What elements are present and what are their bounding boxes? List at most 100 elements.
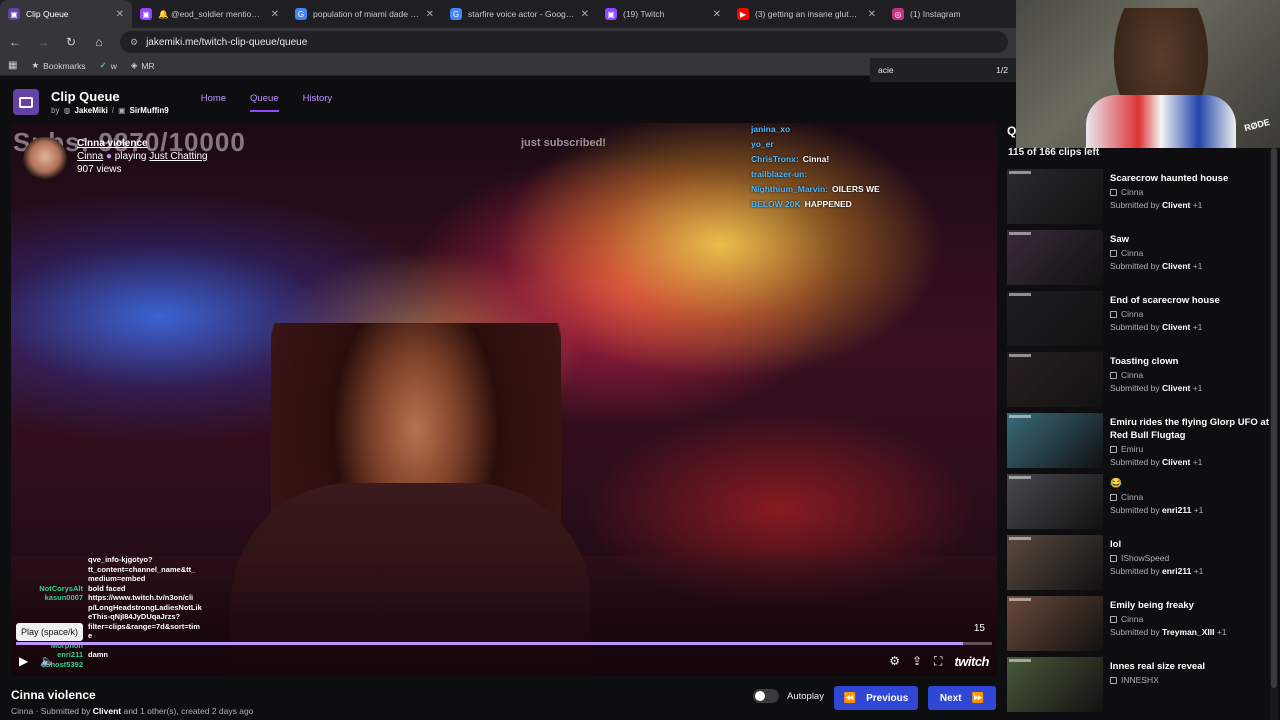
queue-scrollbar[interactable]: [1270, 148, 1278, 720]
reload-icon[interactable]: ↻: [64, 35, 78, 49]
forward-icon[interactable]: →: [36, 35, 50, 49]
fullscreen-icon[interactable]: ⛶: [934, 654, 942, 669]
queue-item[interactable]: Saw Cinna Submitted by Clivent +1: [1007, 230, 1269, 288]
queue-item-title: End of scarecrow house: [1110, 295, 1220, 306]
tab-label: Clip Queue: [26, 9, 69, 19]
queue-item[interactable]: Scarecrow haunted house Cinna Submitted …: [1007, 169, 1269, 227]
url-input[interactable]: ⚙ jakemiki.me/twitch-clip-queue/queue: [120, 31, 1008, 53]
nav-home[interactable]: Home: [201, 93, 226, 112]
game-link[interactable]: Just Chatting: [149, 151, 207, 162]
queue-item-thumbnail[interactable]: [1007, 352, 1103, 407]
queue-item-title: Saw: [1110, 234, 1130, 245]
queue-item-thumbnail[interactable]: [1007, 230, 1103, 285]
queue-item-submitter-line: Submitted by Treyman_XIII +1: [1110, 627, 1227, 637]
browser-tab[interactable]: ◎ (1) Instagram: [884, 0, 1016, 28]
tab-close-icon[interactable]: ✕: [713, 9, 721, 20]
find-count: 1/2: [996, 65, 1008, 75]
tab-close-icon[interactable]: ✕: [581, 9, 589, 20]
queue-item[interactable]: End of scarecrow house Cinna Submitted b…: [1007, 291, 1269, 349]
url-text: jakemiki.me/twitch-clip-queue/queue: [146, 36, 308, 48]
stream-chat-overlay: janina_xo yo_er ChrisTronx: Cinna! trailblaz…: [751, 123, 997, 213]
video-player[interactable]: Subs: 9870/10000 just subscribed! Cinna …: [11, 123, 997, 676]
left-chat-name: [19, 555, 83, 565]
overlay-chat-message: yo_er: [751, 138, 997, 150]
twitch-logo[interactable]: twitch: [954, 654, 989, 669]
clip-queue-logo-icon[interactable]: [13, 89, 39, 115]
bookmark-mr[interactable]: ◈ MR: [131, 60, 155, 71]
site-info-icon[interactable]: ⚙: [130, 37, 138, 48]
queue-item-submitter-line: Submitted by Clivent +1: [1110, 200, 1203, 210]
bookmark-w[interactable]: ✓ w: [100, 60, 117, 71]
star-icon: ★: [31, 60, 40, 70]
queue-item-thumbnail[interactable]: [1007, 657, 1103, 712]
queue-item-thumbnail[interactable]: [1007, 596, 1103, 651]
tab-favicon-icon: ▶: [737, 8, 749, 20]
overlay-chat-message: Nighthium_Marvin: OILERS WE: [751, 183, 997, 195]
queue-item-submitter-line: Submitted by Clivent +1: [1110, 322, 1203, 332]
browser-tab[interactable]: ▣ (19) Twitch ✕: [597, 0, 729, 28]
play-tooltip: Play (space/k): [16, 623, 84, 641]
channel-avatar[interactable]: [23, 137, 67, 181]
queue-item-thumbnail[interactable]: [1007, 291, 1103, 346]
queue-item[interactable]: lol IShowSpeed Submitted by enri211 +1: [1007, 535, 1269, 593]
queue-item-submitter-line: Submitted by Clivent +1: [1110, 457, 1203, 467]
queue-item[interactable]: Innes real size reveal INNESHX: [1007, 657, 1269, 715]
left-chat-text: filter=clips&range=7d&sort=tim: [88, 621, 200, 631]
queue-item-channel: Cinna: [1110, 614, 1227, 624]
github-icon: ◍: [63, 106, 71, 115]
queue-item-channel: Cinna: [1110, 370, 1202, 380]
nav-queue[interactable]: Queue: [250, 93, 279, 112]
queue-item-thumbnail[interactable]: [1007, 535, 1103, 590]
home-icon[interactable]: ⌂: [92, 35, 106, 49]
sub-alert-banner: just subscribed!: [521, 137, 606, 149]
queue-item-thumbnail[interactable]: [1007, 169, 1103, 224]
queue-item-title: lol: [1110, 539, 1122, 550]
back-icon[interactable]: ←: [8, 35, 22, 49]
tab-close-icon[interactable]: ✕: [426, 9, 434, 20]
autoplay-toggle[interactable]: [753, 689, 779, 703]
tab-close-icon[interactable]: ✕: [271, 9, 279, 20]
browser-tab[interactable]: ▣ 🔔 @eod_soldier mentioned y ✕: [132, 0, 287, 28]
left-chat-text: bold faced: [88, 583, 126, 593]
left-chat-name: [19, 603, 83, 613]
volume-icon[interactable]: 🔈: [40, 654, 55, 668]
left-chat-message: p/LongHeadstrongLadiesNotLik: [19, 603, 219, 613]
channel-icon: [1110, 493, 1117, 501]
next-button[interactable]: Next ⏩: [928, 686, 996, 710]
overlay-chat-message: janina_xo: [751, 123, 997, 135]
queue-item[interactable]: Emily being freaky Cinna Submitted by Tr…: [1007, 596, 1269, 654]
clip-title-link[interactable]: Cinna violence: [77, 137, 208, 150]
browser-tab[interactable]: ▣ Clip Queue ✕: [0, 0, 132, 28]
channel-link[interactable]: Cinna: [77, 151, 103, 162]
bookmark-folder[interactable]: ★ Bookmarks: [31, 60, 85, 71]
author-link-2[interactable]: SirMuffin9: [130, 106, 169, 115]
queue-item[interactable]: 😂 Cinna Submitted by enri211 +1: [1007, 474, 1269, 532]
nav-history[interactable]: History: [303, 93, 333, 112]
browser-tab[interactable]: G starfire voice actor - Google Se ✕: [442, 0, 597, 28]
find-bar[interactable]: acie 1/2: [870, 58, 1016, 82]
queue-item[interactable]: Toasting clown Cinna Submitted by Cliven…: [1007, 352, 1269, 410]
tab-favicon-icon: ◎: [892, 8, 904, 20]
find-input[interactable]: acie: [878, 65, 894, 75]
queue-item-thumbnail[interactable]: [1007, 413, 1103, 468]
twitch-icon: ▣: [118, 106, 126, 115]
author-link-1[interactable]: JakeMiki: [74, 106, 107, 115]
share-icon[interactable]: ⇪: [912, 654, 922, 668]
tab-favicon-icon: ▣: [605, 8, 617, 20]
queue-item-thumbnail[interactable]: [1007, 474, 1103, 529]
queue-item[interactable]: Emiru rides the flying Glorp UFO at Red …: [1007, 413, 1269, 471]
previous-button[interactable]: ⏪ Previous: [834, 686, 918, 710]
tab-close-icon[interactable]: ✕: [868, 9, 876, 20]
autoplay-control[interactable]: Autoplay: [753, 689, 824, 703]
browser-tab[interactable]: ▶ (3) getting an insane glute pu ✕: [729, 0, 884, 28]
tab-label: (19) Twitch: [623, 9, 665, 19]
tab-close-icon[interactable]: ✕: [116, 9, 124, 20]
play-icon[interactable]: ▶: [19, 654, 28, 668]
queue-scrollbar-thumb[interactable]: [1271, 148, 1277, 688]
tab-favicon-icon: ▣: [140, 8, 152, 20]
settings-gear-icon[interactable]: ⚙: [889, 654, 900, 668]
browser-tab[interactable]: G population of miami dade cou ✕: [287, 0, 442, 28]
overlay-chat-name: ChrisTronx:: [751, 154, 799, 164]
progress-bar[interactable]: [16, 642, 992, 645]
apps-grid-icon[interactable]: ▦: [8, 60, 17, 71]
